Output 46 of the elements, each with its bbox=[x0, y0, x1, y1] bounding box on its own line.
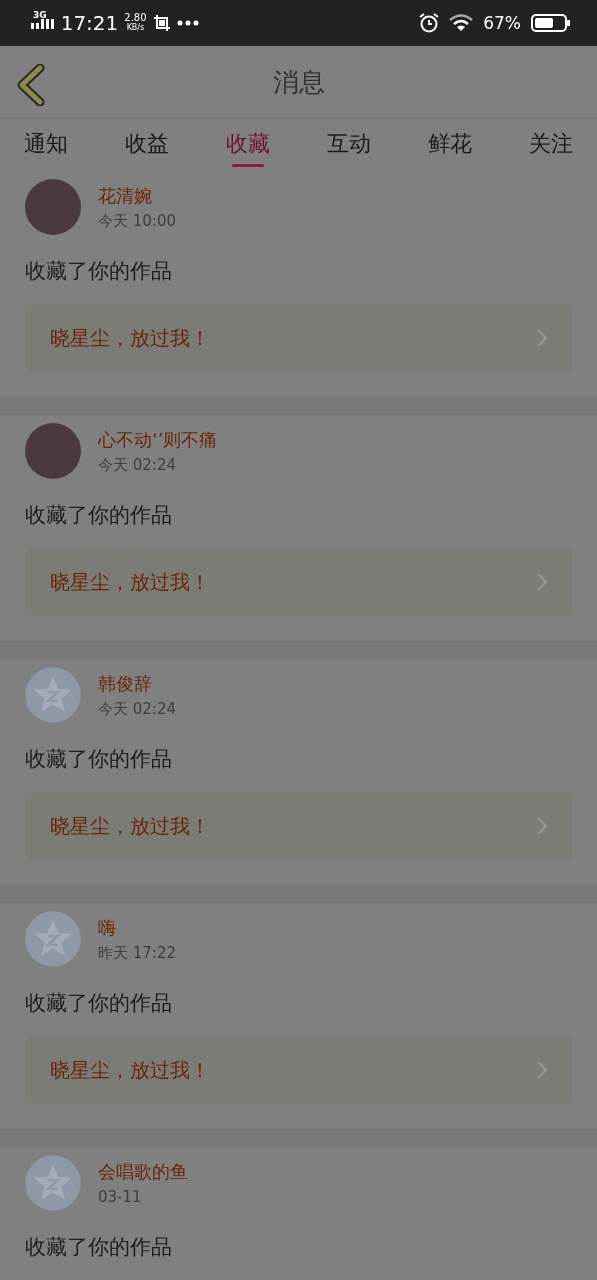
alarm-icon bbox=[419, 13, 440, 33]
user-name[interactable]: 心不动‘’则不痛 bbox=[98, 427, 218, 452]
work-link[interactable]: 晓星尘，放过我！ bbox=[25, 793, 572, 859]
network-speed: 2.80 bbox=[124, 13, 147, 23]
chevron-right-icon bbox=[536, 1060, 548, 1080]
tab[interactable]: 关注 bbox=[517, 119, 585, 171]
user-name[interactable]: 嗨 bbox=[98, 915, 176, 940]
avatar-photo bbox=[25, 423, 81, 479]
battery-icon bbox=[531, 14, 571, 32]
avatar-photo bbox=[25, 179, 81, 235]
speed-unit: KB/s bbox=[126, 23, 145, 33]
default-avatar-icon bbox=[25, 1155, 81, 1211]
user-name[interactable]: 韩俊辞 bbox=[98, 671, 176, 696]
page-title: 消息 bbox=[272, 65, 325, 99]
message-text: 收藏了你的作品 bbox=[25, 746, 173, 773]
message-time: 今天 02:24 bbox=[98, 455, 177, 475]
work-link[interactable]: 晓星尘，放过我！ bbox=[25, 1037, 572, 1103]
message-time: 今天 02:24 bbox=[98, 699, 176, 719]
message-time: 昨天 17:22 bbox=[98, 943, 176, 963]
message-text: 收藏了你的作品 bbox=[25, 990, 173, 1017]
more-icon bbox=[176, 20, 199, 26]
message-time: 03-11 bbox=[98, 1188, 143, 1206]
tab[interactable]: 鲜花 bbox=[416, 119, 484, 171]
tab[interactable]: 互动 bbox=[315, 119, 383, 171]
message-text: 收藏了你的作品 bbox=[25, 1234, 173, 1261]
tab[interactable]: 通知 bbox=[12, 119, 80, 171]
chevron-right-icon bbox=[536, 816, 548, 836]
signal-icon bbox=[30, 17, 55, 29]
default-avatar-icon bbox=[25, 667, 81, 723]
network-type: 3G bbox=[33, 10, 47, 20]
work-link[interactable]: 晓星尘，放过我！ bbox=[25, 549, 572, 615]
chevron-right-icon bbox=[536, 328, 548, 348]
wifi-icon bbox=[449, 14, 474, 32]
screenshot-icon bbox=[152, 14, 171, 32]
user-name[interactable]: 花清婉 bbox=[98, 183, 176, 208]
message-time: 今天 10:00 bbox=[98, 211, 176, 231]
user-name[interactable]: 会唱歌的鱼 bbox=[98, 1160, 188, 1184]
message-text: 收藏了你的作品 bbox=[25, 502, 173, 529]
tab[interactable]: 收益 bbox=[113, 119, 181, 171]
default-avatar-icon bbox=[25, 911, 81, 967]
chevron-right-icon bbox=[536, 572, 548, 592]
message-text: 收藏了你的作品 bbox=[25, 258, 173, 285]
battery-percent: 67% bbox=[483, 13, 521, 33]
work-link[interactable]: 晓星尘，放过我！ bbox=[25, 305, 572, 371]
tab[interactable]: 收藏 bbox=[214, 119, 282, 171]
clock: 17:21 bbox=[60, 11, 119, 35]
